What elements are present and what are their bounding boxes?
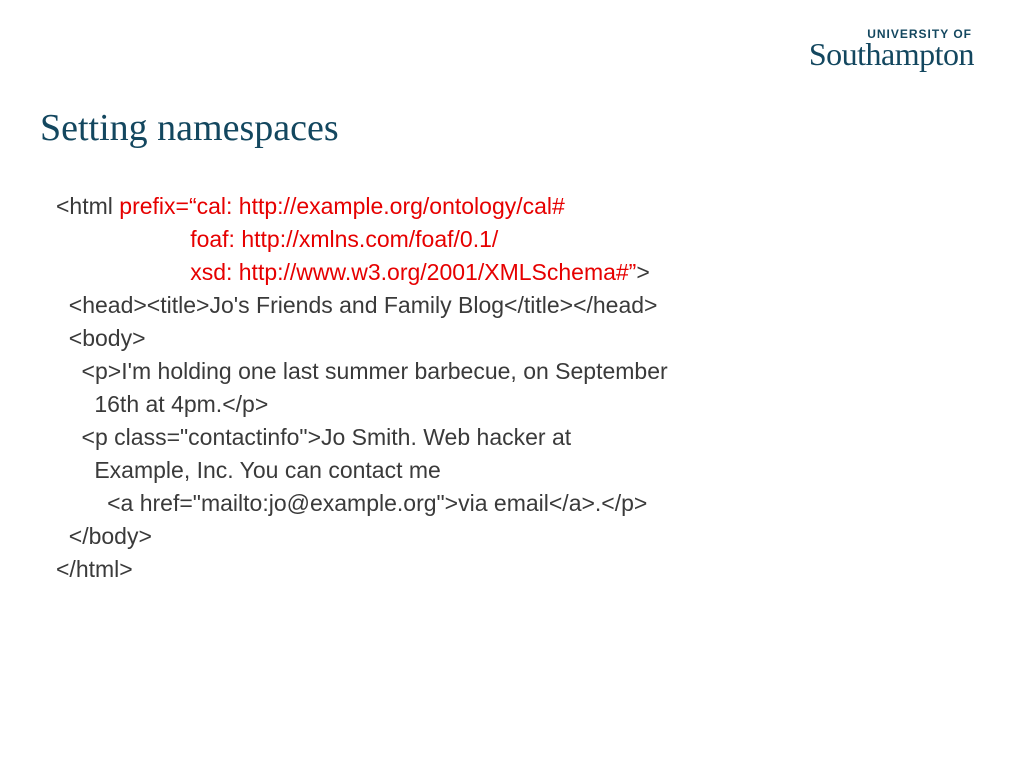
code-line-5: <body>: [56, 325, 146, 351]
code-line-12: </html>: [56, 556, 133, 582]
code-line-3-prefix: xsd: http://www.w3.org/2001/XMLSchema#”: [56, 259, 636, 285]
logo-big-text: Southampton: [809, 36, 974, 72]
code-line-8: <p class="contactinfo">Jo Smith. Web hac…: [56, 424, 571, 450]
code-line-7: 16th at 4pm.</p>: [56, 391, 268, 417]
university-logo: UNIVERSITY OF Southampton: [809, 28, 974, 70]
code-line-9: Example, Inc. You can contact me: [56, 457, 441, 483]
code-block: <html prefix=“cal: http://example.org/on…: [56, 190, 668, 586]
code-line-3-close: >: [636, 259, 649, 285]
code-line-11: </body>: [56, 523, 152, 549]
code-line-6: <p>I'm holding one last summer barbecue,…: [56, 358, 668, 384]
code-line-4: <head><title>Jo's Friends and Family Blo…: [56, 292, 658, 318]
code-line-1-tag: <html: [56, 193, 119, 219]
slide-title: Setting namespaces: [40, 106, 339, 150]
code-line-10: <a href="mailto:jo@example.org">via emai…: [56, 490, 647, 516]
code-line-1-prefix: prefix=“cal: http://example.org/ontology…: [119, 193, 565, 219]
code-line-2: foaf: http://xmlns.com/foaf/0.1/: [56, 226, 498, 252]
